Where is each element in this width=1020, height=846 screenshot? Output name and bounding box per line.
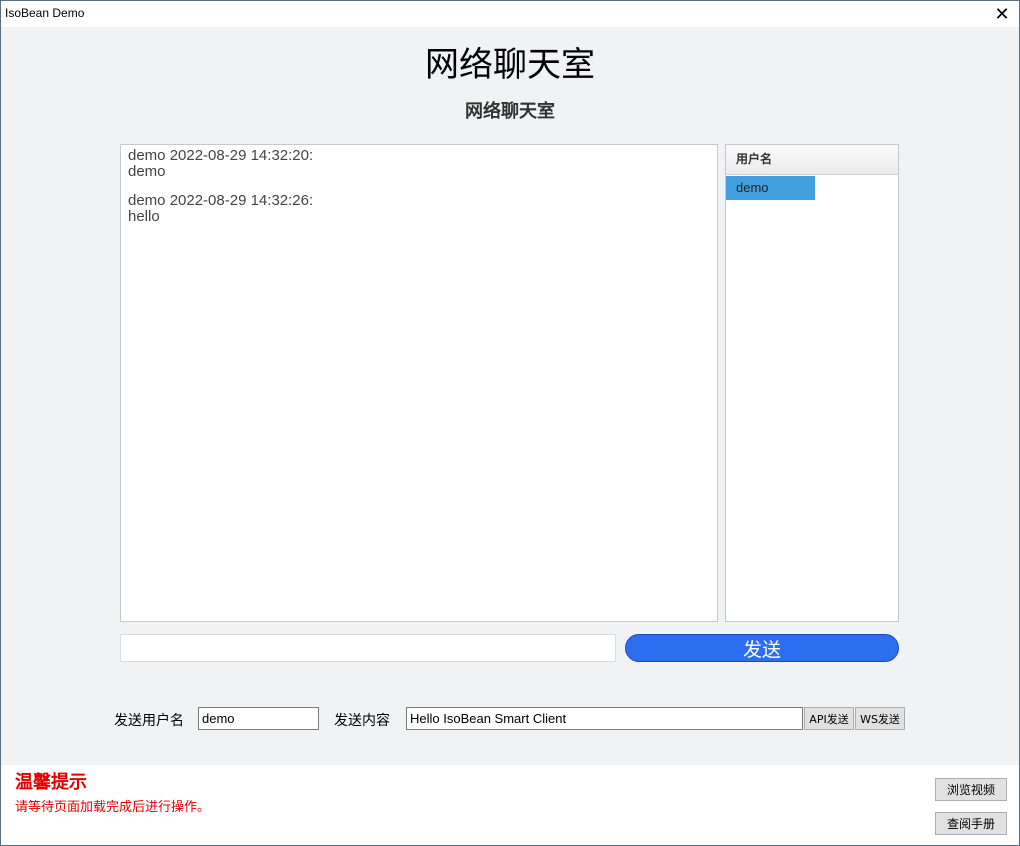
close-icon[interactable]: ✕ — [985, 1, 1019, 27]
page-title: 网络聊天室 — [425, 45, 595, 85]
send-button[interactable]: 发送 — [625, 634, 899, 662]
window-title: IsoBean Demo — [5, 6, 85, 20]
chat-message-text: hello — [128, 208, 160, 225]
send-content-input[interactable]: Hello IsoBean Smart Client — [406, 707, 803, 730]
view-manual-button[interactable]: 查阅手册 — [935, 812, 1007, 835]
user-list-item[interactable]: demo — [726, 176, 815, 200]
user-list-header[interactable]: 用户名 — [726, 145, 898, 175]
main-content: 网络聊天室 网络聊天室 demo 2022-08-29 14:32:20: de… — [1, 27, 1019, 765]
app-window: IsoBean Demo ✕ 网络聊天室 网络聊天室 demo 2022-08-… — [0, 0, 1020, 846]
send-username-input[interactable]: demo — [198, 707, 319, 730]
user-list: 用户名 demo — [725, 144, 899, 622]
ws-send-button[interactable]: WS发送 — [855, 707, 905, 730]
chat-message: demo 2022-08-29 14:32:20: demo — [128, 148, 710, 180]
chat-message-text: demo — [128, 163, 166, 180]
chat-log[interactable]: demo 2022-08-29 14:32:20: demo demo 2022… — [120, 144, 718, 622]
tip-text: 请等待页面加载完成后进行操作。 — [15, 800, 211, 815]
chat-message-meta: demo 2022-08-29 14:32:20: — [128, 147, 314, 164]
send-content-label: 发送内容 — [334, 713, 390, 729]
browse-video-button[interactable]: 浏览视频 — [935, 778, 1007, 801]
message-input[interactable] — [120, 634, 616, 662]
title-bar: IsoBean Demo ✕ — [1, 1, 1019, 27]
api-send-button[interactable]: API发送 — [804, 707, 854, 730]
page-subtitle: 网络聊天室 — [465, 101, 555, 122]
tip-title: 温馨提示 — [15, 772, 87, 793]
chat-message-meta: demo 2022-08-29 14:32:26: — [128, 192, 314, 209]
send-username-label: 发送用户名 — [114, 713, 184, 729]
chat-message: demo 2022-08-29 14:32:26: hello — [128, 193, 710, 225]
